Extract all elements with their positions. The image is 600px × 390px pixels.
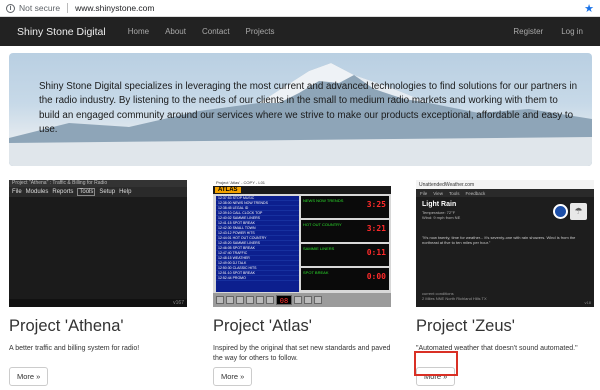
zeus-condition: Light Rain — [422, 201, 457, 208]
athena-screenshot: Project "Athena" : Traffic & Billing for… — [9, 180, 187, 307]
atlas-deck: HOT OUT COUNTRY 3:21 — [301, 220, 389, 242]
zeus-location-block: current conditions 2 Miles NNE North Ric… — [422, 291, 487, 301]
url-text[interactable]: www.shinystone.com — [75, 3, 154, 13]
atlas-deck: SPOT BREAK 0:00 — [301, 268, 389, 290]
athena-window-title: Project "Athena" : Traffic & Billing for… — [9, 180, 187, 187]
hero-text: Shiny Stone Digital specializes in lever… — [39, 81, 578, 136]
athena-menu: File Modules Reports Tools Setup Help — [9, 187, 187, 197]
project-description: A better traffic and billing system for … — [9, 345, 140, 352]
project-title: Project 'Athena' — [9, 317, 124, 335]
project-card-atlas: Project 'Atlas' - COPY - L01 ATLAS 12:37… — [213, 180, 391, 386]
project-title: Project 'Zeus' — [416, 317, 515, 335]
more-button-athena[interactable]: More » — [9, 367, 49, 386]
atlas-playlist: 12:37:53 STOP MUSIC 12:38:00 NEWS NOW TRE… — [216, 196, 299, 292]
project-card-athena: Project "Athena" : Traffic & Billing for… — [9, 180, 187, 386]
atlas-controls: 08 — [213, 293, 391, 307]
brand-link[interactable]: Shiny Stone Digital — [17, 26, 106, 38]
zeus-menu: File View Tools Feedback — [416, 189, 594, 197]
zeus-screenshot: UnattendedWeather.com File View Tools Fe… — [416, 180, 594, 307]
security-label: Not secure — [19, 3, 61, 13]
zeus-wind: Wind: 9 mph from NE — [422, 215, 461, 220]
zeus-location: 2 Miles NNE North Richland Hills TX — [422, 296, 487, 301]
athena-menu-item: Tools — [77, 188, 96, 196]
info-icon[interactable]: i — [6, 3, 15, 13]
deck-clock: 0:00 — [366, 272, 386, 281]
control-icon — [236, 296, 244, 304]
zeus-version: v18 — [584, 300, 591, 305]
nav-projects[interactable]: Projects — [246, 27, 275, 36]
athena-status-bar — [9, 299, 187, 307]
divider — [67, 3, 69, 13]
athena-menu-item: Reports — [52, 189, 74, 195]
deck-label: SAMMIE LINERS — [303, 246, 335, 251]
more-button-atlas[interactable]: More » — [213, 367, 253, 386]
nav-home[interactable]: Home — [128, 27, 149, 36]
register-link[interactable]: Register — [513, 27, 543, 36]
deck-clock: 0:11 — [366, 248, 386, 257]
nav-about[interactable]: About — [165, 27, 186, 36]
deck-label: HOT OUT COUNTRY — [303, 222, 342, 227]
deck-label: NEWS NOW TRENDS — [303, 198, 344, 203]
hero-banner: Shiny Stone Digital specializes in lever… — [9, 53, 592, 166]
project-description: Inspired by the original that set new st… — [213, 345, 391, 362]
athena-version: v167 — [173, 300, 184, 306]
athena-menu-item: Help — [119, 189, 132, 195]
zeus-menu-item: File — [420, 190, 428, 196]
atlas-panels: NEWS NOW TRENDS 3:25 HOT OUT COUNTRY 3:21 … — [301, 196, 389, 292]
deck-clock: 3:21 — [366, 224, 386, 233]
nav-contact[interactable]: Contact — [202, 27, 230, 36]
atlas-deck: SAMMIE LINERS 0:11 — [301, 244, 389, 266]
control-icon — [294, 296, 302, 304]
control-icon — [256, 296, 264, 304]
control-icon — [216, 296, 224, 304]
control-icon — [266, 296, 274, 304]
nav-right: Register Log in — [495, 27, 583, 36]
zeus-details: Temperature: 72°F Wind: 9 mph from NE — [422, 210, 460, 220]
atlas-deck: NEWS NOW TRENDS 3:25 — [301, 196, 389, 218]
control-icon — [226, 296, 234, 304]
browser-address-bar[interactable]: i Not secure www.shinystone.com ★ — [0, 0, 600, 17]
star-icon[interactable]: ★ — [584, 2, 594, 15]
zeus-window-title: UnattendedWeather.com — [416, 180, 594, 189]
athena-menu-item: File — [12, 189, 22, 195]
athena-menu-item: Setup — [99, 189, 116, 195]
playlist-row: 12:52:44 PROMO — [216, 276, 299, 281]
control-icon — [314, 296, 322, 304]
athena-menu-item: Modules — [25, 189, 49, 195]
atlas-logo: ATLAS — [215, 187, 241, 193]
atlas-counter: 08 — [276, 295, 292, 305]
rain-cloud-icon: ☂ — [570, 203, 587, 220]
zeus-menu-item: Tools — [448, 190, 460, 196]
highlight-box — [414, 351, 458, 376]
top-navbar: Shiny Stone Digital Home About Contact P… — [0, 17, 600, 46]
control-icon — [246, 296, 254, 304]
deck-clock: 3:25 — [366, 200, 386, 209]
atlas-brand-strip: ATLAS — [213, 186, 391, 194]
deck-label: SPOT BREAK — [303, 270, 329, 275]
zeus-forecast: "It's now twenty, time for weather... It… — [422, 235, 576, 245]
zeus-menu-item: View — [433, 190, 443, 196]
login-link[interactable]: Log in — [561, 27, 583, 36]
project-title: Project 'Atlas' — [213, 317, 312, 335]
zeus-menu-item: Feedback — [465, 190, 486, 196]
atlas-screenshot: Project 'Atlas' - COPY - L01 ATLAS 12:37… — [213, 180, 391, 307]
control-icon — [304, 296, 312, 304]
noaa-seal-icon — [553, 204, 568, 219]
